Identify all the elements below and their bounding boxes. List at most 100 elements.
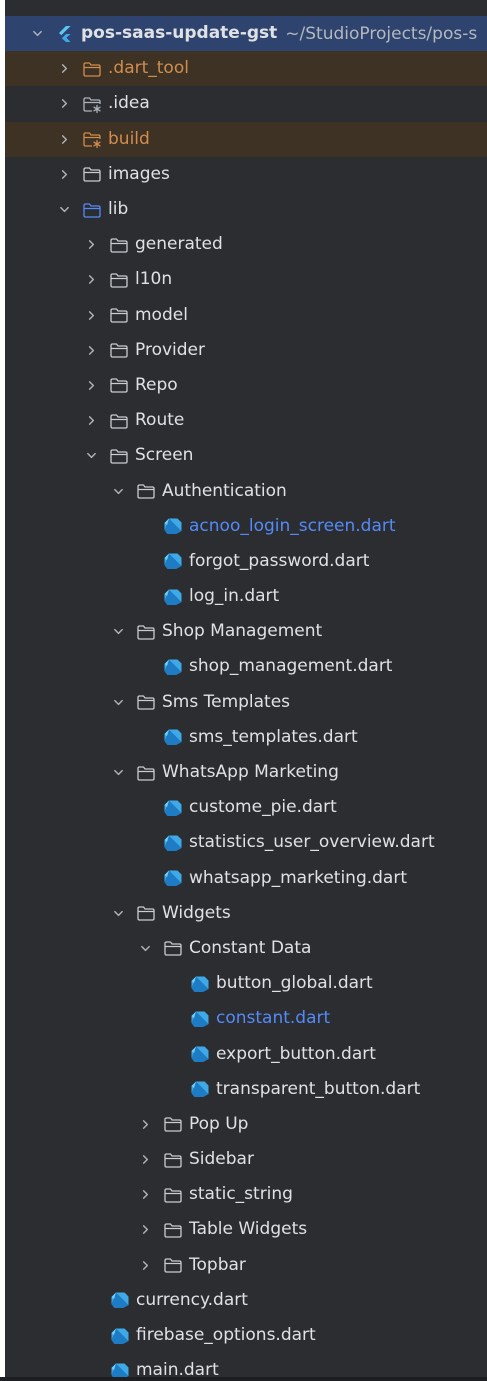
folder-name: WhatsApp Marketing [162, 762, 339, 783]
tree-row-folder-idea[interactable]: .idea [5, 86, 487, 121]
file-name: forgot_password.dart [189, 550, 370, 571]
chevron-down-icon[interactable] [110, 483, 126, 499]
folder-icon [136, 904, 156, 922]
tree-row-folder-screen[interactable]: Screen [5, 438, 487, 473]
chevron-down-icon[interactable] [110, 765, 126, 781]
chevron-down-icon[interactable] [110, 905, 126, 921]
tree-row-file-currency-dart[interactable]: currency.dart [5, 1283, 487, 1318]
flutter-icon [55, 25, 75, 43]
folder-icon [109, 236, 129, 254]
file-name: custome_pie.dart [189, 797, 337, 818]
tree-row-folder-table-widgets[interactable]: Table Widgets [5, 1212, 487, 1247]
file-name: currency.dart [136, 1289, 248, 1310]
tree-row-folder-l10n[interactable]: l10n [5, 262, 487, 297]
chevron-right-icon[interactable] [83, 413, 99, 429]
tree-row-folder-model[interactable]: model [5, 298, 487, 333]
chevron-right-icon[interactable] [137, 1222, 153, 1238]
chevron-down-icon[interactable] [83, 448, 99, 464]
chevron-right-icon[interactable] [137, 1116, 153, 1132]
tree-row-file-sms-templates-dart[interactable]: sms_templates.dart [5, 720, 487, 755]
tree-row-folder-provider[interactable]: Provider [5, 333, 487, 368]
tree-row-folder-topbar[interactable]: Topbar [5, 1248, 487, 1283]
tree-row-folder-dart-tool[interactable]: .dart_tool [5, 51, 487, 87]
dart-file-icon [110, 1291, 130, 1309]
config-folder-icon [82, 95, 102, 114]
chevron-right-icon[interactable] [137, 1187, 153, 1203]
source-folder-icon [82, 201, 102, 219]
chevron-down-icon[interactable] [110, 694, 126, 710]
tree-row-project-root[interactable]: pos-saas-update-gst ~/StudioProjects/pos… [5, 16, 487, 52]
dart-file-icon [163, 728, 183, 746]
chevron-right-icon[interactable] [56, 166, 72, 182]
folder-name: images [108, 163, 170, 184]
chevron-down-icon[interactable] [56, 202, 72, 218]
tree-row-folder-generated[interactable]: generated [5, 227, 487, 262]
folder-name: Pop Up [189, 1113, 249, 1134]
dart-file-icon [163, 517, 183, 535]
dart-file-icon [163, 869, 183, 887]
chevron-right-icon[interactable] [137, 1152, 153, 1168]
chevron-right-icon[interactable] [83, 307, 99, 323]
chevron-right-icon[interactable] [137, 1257, 153, 1273]
tree-row-folder-sms-templates[interactable]: Sms Templates [5, 685, 487, 720]
dart-file-icon [163, 799, 183, 817]
chevron-right-icon[interactable] [56, 131, 72, 147]
tree-row-folder-static-string[interactable]: static_string [5, 1177, 487, 1212]
dart-file-icon [163, 588, 183, 606]
folder-icon [82, 60, 102, 78]
chevron-right-icon[interactable] [83, 377, 99, 393]
tree-row-folder-sidebar[interactable]: Sidebar [5, 1142, 487, 1177]
chevron-down-icon[interactable] [29, 26, 45, 42]
tree-row-folder-authentication[interactable]: Authentication [5, 473, 487, 508]
chevron-down-icon[interactable] [110, 624, 126, 640]
tree-row-file-button-global-dart[interactable]: button_global.dart [5, 966, 487, 1001]
tree-row-file-forgot-password-dart[interactable]: forgot_password.dart [5, 544, 487, 579]
folder-icon [109, 341, 129, 359]
tree-row-folder-lib[interactable]: lib [5, 192, 487, 227]
tree-row-folder-widgets[interactable]: Widgets [5, 896, 487, 931]
tree-row-file-export-button-dart[interactable]: export_button.dart [5, 1036, 487, 1071]
chevron-right-icon[interactable] [83, 272, 99, 288]
folder-name: build [108, 128, 150, 149]
tree-row-folder-whatsapp-marketing[interactable]: WhatsApp Marketing [5, 755, 487, 790]
tree-row-file-shop-management-dart[interactable]: shop_management.dart [5, 649, 487, 684]
folder-name: Repo [135, 374, 178, 395]
file-name: button_global.dart [216, 973, 373, 994]
tree-row-folder-pop-up[interactable]: Pop Up [5, 1107, 487, 1142]
folder-name: generated [135, 234, 223, 255]
tree-row-folder-build[interactable]: build [5, 121, 487, 157]
chevron-right-icon[interactable] [56, 96, 72, 112]
folder-name: l10n [135, 269, 173, 290]
tree-row-folder-route[interactable]: Route [5, 403, 487, 438]
folder-icon [109, 412, 129, 430]
tree-row-folder-shop-management[interactable]: Shop Management [5, 614, 487, 649]
file-name: export_button.dart [216, 1043, 376, 1064]
tree-row-file-constant-dart[interactable]: constant.dart [5, 1001, 487, 1036]
horizontal-scrollbar[interactable] [0, 1377, 487, 1381]
chevron-down-icon[interactable] [137, 940, 153, 956]
tree-row-file-custome-pie-dart[interactable]: custome_pie.dart [5, 790, 487, 825]
tree-row-file-firebase-options-dart[interactable]: firebase_options.dart [5, 1318, 487, 1353]
dart-file-icon [163, 834, 183, 852]
tree-row-file-whatsapp-marketing-dart[interactable]: whatsapp_marketing.dart [5, 861, 487, 896]
tree-row-folder-images[interactable]: images [5, 157, 487, 192]
file-name: acnoo_login_screen.dart [189, 515, 396, 536]
chevron-right-icon[interactable] [83, 237, 99, 253]
file-name: shop_management.dart [189, 656, 393, 677]
tree-row-file-transparent-button-dart[interactable]: transparent_button.dart [5, 1072, 487, 1107]
dart-file-icon [190, 1080, 210, 1098]
project-name: pos-saas-update-gst [81, 23, 278, 44]
dart-file-icon [190, 1010, 210, 1028]
folder-icon [163, 1221, 183, 1239]
file-name: statistics_user_overview.dart [189, 832, 435, 853]
tree-row-file-statistics-user-overview-dart[interactable]: statistics_user_overview.dart [5, 825, 487, 860]
tree-row-file-log-in-dart[interactable]: log_in.dart [5, 579, 487, 614]
folder-icon [109, 447, 129, 465]
chevron-right-icon[interactable] [56, 61, 72, 77]
tree-row-folder-repo[interactable]: Repo [5, 368, 487, 403]
tree-row-file-acnoo-login-screen-dart[interactable]: acnoo_login_screen.dart [5, 509, 487, 544]
folder-name: Constant Data [189, 937, 312, 958]
chevron-right-icon[interactable] [83, 342, 99, 358]
tree-row-folder-constant-data[interactable]: Constant Data [5, 931, 487, 966]
file-name: constant.dart [216, 1008, 331, 1029]
